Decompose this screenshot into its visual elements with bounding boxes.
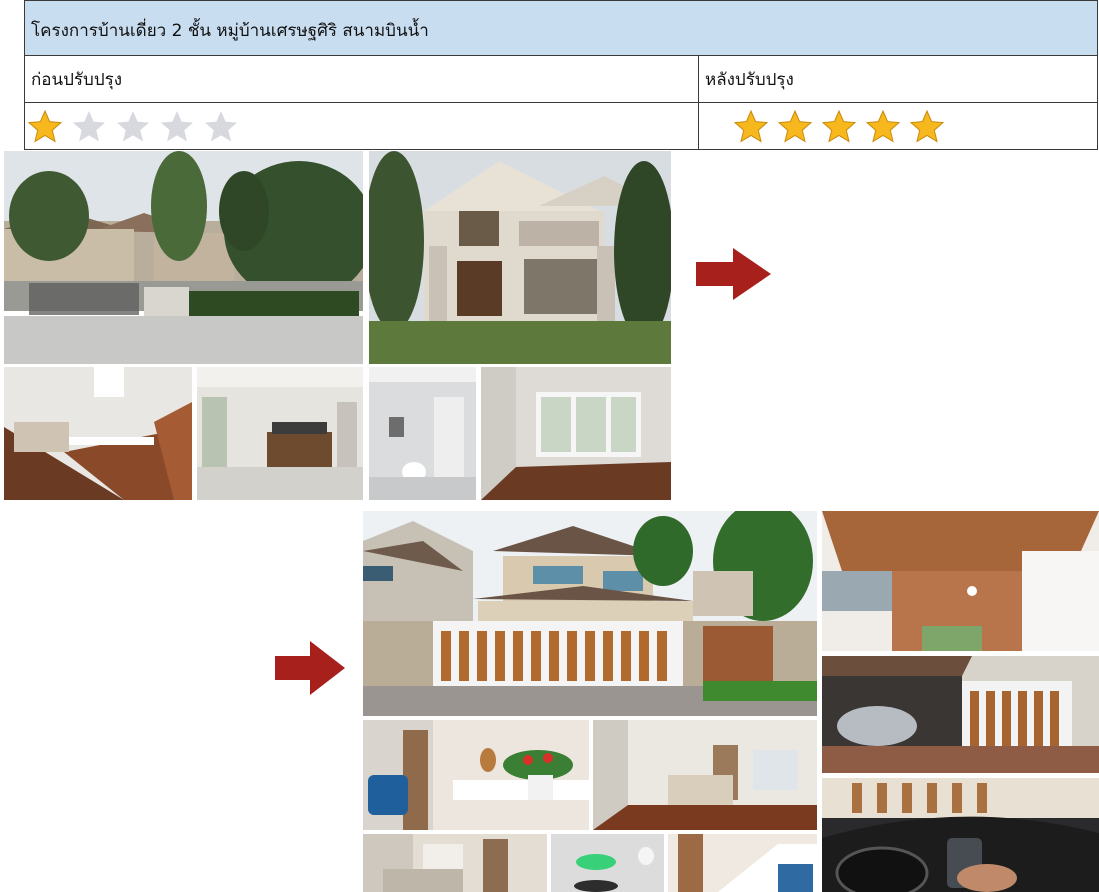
star-filled-icon	[733, 109, 769, 143]
after-photo-staircase	[668, 834, 817, 892]
after-photo-carport	[822, 656, 1099, 773]
before-column-header: ก่อนปรับปรุง	[24, 55, 699, 103]
star-filled-icon	[865, 109, 901, 143]
before-photo-empty-room	[481, 367, 671, 500]
before-photo-house-front	[369, 151, 671, 364]
before-rating-cell	[24, 102, 699, 150]
right-arrow-icon	[275, 641, 345, 695]
after-photo-smart-device	[551, 834, 664, 892]
after-photo-bedroom	[593, 720, 817, 830]
star-empty-icon	[117, 111, 149, 142]
star-empty-icon	[161, 111, 193, 142]
after-star-rating	[733, 109, 945, 143]
after-column-header: หลังปรับปรุง	[698, 55, 1098, 103]
before-photo-bathroom	[369, 367, 476, 500]
star-filled-icon	[777, 109, 813, 143]
star-empty-icon	[205, 111, 237, 142]
before-photo-living-room	[197, 367, 363, 500]
project-table: โครงการบ้านเดี่ยว 2 ชั้น หมู่บ้านเศรษฐศิ…	[24, 0, 1098, 150]
after-photo-living-room	[363, 720, 589, 830]
before-star-rating	[27, 109, 239, 143]
after-photo-ceiling	[822, 511, 1099, 651]
right-arrow-icon	[696, 248, 771, 300]
project-title: โครงการบ้านเดี่ยว 2 ชั้น หมู่บ้านเศรษฐศิ…	[24, 0, 1098, 56]
star-filled-icon	[909, 109, 945, 143]
after-photo-house-front	[363, 511, 817, 716]
after-rating-cell	[698, 102, 1098, 150]
after-photo-car-interior-smartphone	[822, 778, 1099, 892]
before-photo-staircase	[4, 367, 192, 500]
after-photo-lounge	[363, 834, 547, 892]
star-filled-icon	[27, 109, 63, 143]
star-empty-icon	[73, 111, 105, 142]
star-filled-icon	[821, 109, 857, 143]
before-photo-street-view	[4, 151, 363, 364]
